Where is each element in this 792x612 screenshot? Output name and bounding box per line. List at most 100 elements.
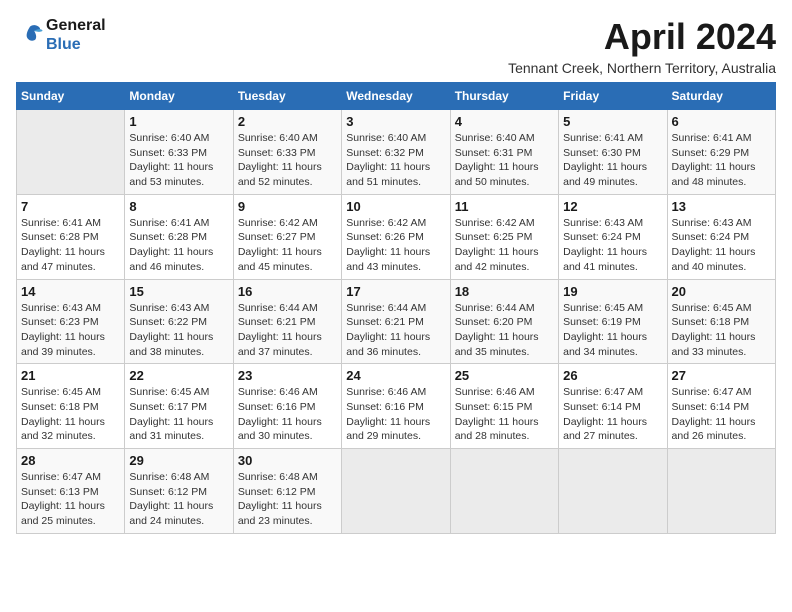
day-info: Sunrise: 6:41 AMSunset: 6:30 PMDaylight:… bbox=[563, 131, 662, 190]
calendar-cell: 9Sunrise: 6:42 AMSunset: 6:27 PMDaylight… bbox=[233, 194, 341, 279]
day-number: 2 bbox=[238, 114, 337, 129]
logo-icon bbox=[16, 21, 44, 49]
calendar-cell: 14Sunrise: 6:43 AMSunset: 6:23 PMDayligh… bbox=[17, 279, 125, 364]
calendar-cell: 23 Sunrise: 6:46 AMSunset: 6:16 PMDayligh… bbox=[233, 364, 341, 449]
day-info: Sunrise: 6:45 AMSunset: 6:19 PMDaylight:… bbox=[563, 301, 662, 360]
day-number: 11 bbox=[455, 199, 554, 214]
calendar-cell: 10 Sunrise: 6:42 AMSunset: 6:26 PMDayligh… bbox=[342, 194, 450, 279]
day-info: Sunrise: 6:43 AMSunset: 6:23 PMDaylight:… bbox=[21, 301, 120, 360]
weekday-header-monday: Monday bbox=[125, 83, 233, 110]
calendar-cell: 8Sunrise: 6:41 AMSunset: 6:28 PMDaylight… bbox=[125, 194, 233, 279]
day-number: 7 bbox=[21, 199, 120, 214]
day-number: 5 bbox=[563, 114, 662, 129]
day-number: 6 bbox=[672, 114, 771, 129]
day-info: Sunrise: 6:47 AMSunset: 6:13 PMDaylight:… bbox=[21, 470, 120, 529]
day-info: Sunrise: 6:46 AMSunset: 6:16 PMDaylight:… bbox=[238, 385, 337, 444]
day-number: 13 bbox=[672, 199, 771, 214]
day-number: 3 bbox=[346, 114, 445, 129]
day-info: Sunrise: 6:41 AMSunset: 6:29 PMDaylight:… bbox=[672, 131, 771, 190]
day-info: Sunrise: 6:48 AMSunset: 6:12 PMDaylight:… bbox=[238, 470, 337, 529]
logo: General Blue bbox=[16, 16, 106, 54]
day-info: Sunrise: 6:46 AMSunset: 6:16 PMDaylight:… bbox=[346, 385, 445, 444]
calendar-cell: 2 Sunrise: 6:40 AMSunset: 6:33 PMDaylight… bbox=[233, 110, 341, 195]
weekday-header-wednesday: Wednesday bbox=[342, 83, 450, 110]
day-info: Sunrise: 6:47 AMSunset: 6:14 PMDaylight:… bbox=[672, 385, 771, 444]
calendar-cell: 11 Sunrise: 6:42 AMSunset: 6:25 PMDayligh… bbox=[450, 194, 558, 279]
calendar-week-4: 21Sunrise: 6:45 AMSunset: 6:18 PMDayligh… bbox=[17, 364, 776, 449]
day-number: 16 bbox=[238, 284, 337, 299]
calendar-cell: 24 Sunrise: 6:46 AMSunset: 6:16 PMDayligh… bbox=[342, 364, 450, 449]
calendar-week-5: 28 Sunrise: 6:47 AMSunset: 6:13 PMDayligh… bbox=[17, 449, 776, 534]
calendar-cell: 16 Sunrise: 6:44 AMSunset: 6:21 PMDayligh… bbox=[233, 279, 341, 364]
day-number: 28 bbox=[21, 453, 120, 468]
calendar-cell bbox=[667, 449, 775, 534]
calendar-cell: 18 Sunrise: 6:44 AMSunset: 6:20 PMDayligh… bbox=[450, 279, 558, 364]
day-number: 17 bbox=[346, 284, 445, 299]
month-title: April 2024 bbox=[508, 16, 776, 58]
day-number: 8 bbox=[129, 199, 228, 214]
calendar-cell: 5 Sunrise: 6:41 AMSunset: 6:30 PMDaylight… bbox=[559, 110, 667, 195]
calendar-cell: 26Sunrise: 6:47 AMSunset: 6:14 PMDayligh… bbox=[559, 364, 667, 449]
weekday-header-saturday: Saturday bbox=[667, 83, 775, 110]
calendar-cell: 4 Sunrise: 6:40 AMSunset: 6:31 PMDaylight… bbox=[450, 110, 558, 195]
day-number: 24 bbox=[346, 368, 445, 383]
calendar-week-3: 14Sunrise: 6:43 AMSunset: 6:23 PMDayligh… bbox=[17, 279, 776, 364]
day-number: 9 bbox=[238, 199, 337, 214]
day-info: Sunrise: 6:43 AMSunset: 6:24 PMDaylight:… bbox=[563, 216, 662, 275]
day-info: Sunrise: 6:46 AMSunset: 6:15 PMDaylight:… bbox=[455, 385, 554, 444]
day-number: 30 bbox=[238, 453, 337, 468]
calendar-cell: 21Sunrise: 6:45 AMSunset: 6:18 PMDayligh… bbox=[17, 364, 125, 449]
calendar-cell: 17 Sunrise: 6:44 AMSunset: 6:21 PMDayligh… bbox=[342, 279, 450, 364]
calendar-week-2: 7 Sunrise: 6:41 AMSunset: 6:28 PMDaylight… bbox=[17, 194, 776, 279]
calendar-cell: 15Sunrise: 6:43 AMSunset: 6:22 PMDayligh… bbox=[125, 279, 233, 364]
calendar-cell: 12 Sunrise: 6:43 AMSunset: 6:24 PMDayligh… bbox=[559, 194, 667, 279]
day-info: Sunrise: 6:40 AMSunset: 6:31 PMDaylight:… bbox=[455, 131, 554, 190]
day-info: Sunrise: 6:40 AMSunset: 6:33 PMDaylight:… bbox=[238, 131, 337, 190]
calendar-cell: 22Sunrise: 6:45 AMSunset: 6:17 PMDayligh… bbox=[125, 364, 233, 449]
weekday-header-friday: Friday bbox=[559, 83, 667, 110]
day-number: 1 bbox=[129, 114, 228, 129]
title-block: April 2024 Tennant Creek, Northern Terri… bbox=[508, 16, 776, 76]
calendar-cell: 3Sunrise: 6:40 AMSunset: 6:32 PMDaylight… bbox=[342, 110, 450, 195]
calendar-table: SundayMondayTuesdayWednesdayThursdayFrid… bbox=[16, 82, 776, 534]
calendar-cell: 20Sunrise: 6:45 AMSunset: 6:18 PMDayligh… bbox=[667, 279, 775, 364]
calendar-cell bbox=[559, 449, 667, 534]
day-number: 18 bbox=[455, 284, 554, 299]
day-info: Sunrise: 6:45 AMSunset: 6:17 PMDaylight:… bbox=[129, 385, 228, 444]
day-info: Sunrise: 6:40 AMSunset: 6:33 PMDaylight:… bbox=[129, 131, 228, 190]
day-info: Sunrise: 6:44 AMSunset: 6:21 PMDaylight:… bbox=[346, 301, 445, 360]
day-info: Sunrise: 6:44 AMSunset: 6:20 PMDaylight:… bbox=[455, 301, 554, 360]
calendar-cell: 7 Sunrise: 6:41 AMSunset: 6:28 PMDaylight… bbox=[17, 194, 125, 279]
day-number: 19 bbox=[563, 284, 662, 299]
day-number: 23 bbox=[238, 368, 337, 383]
day-info: Sunrise: 6:42 AMSunset: 6:26 PMDaylight:… bbox=[346, 216, 445, 275]
day-number: 12 bbox=[563, 199, 662, 214]
calendar-cell bbox=[17, 110, 125, 195]
calendar-body: 1 Sunrise: 6:40 AMSunset: 6:33 PMDaylight… bbox=[17, 110, 776, 534]
calendar-week-1: 1 Sunrise: 6:40 AMSunset: 6:33 PMDaylight… bbox=[17, 110, 776, 195]
day-number: 4 bbox=[455, 114, 554, 129]
calendar-cell: 1 Sunrise: 6:40 AMSunset: 6:33 PMDaylight… bbox=[125, 110, 233, 195]
location-subtitle: Tennant Creek, Northern Territory, Austr… bbox=[508, 60, 776, 76]
day-info: Sunrise: 6:41 AMSunset: 6:28 PMDaylight:… bbox=[21, 216, 120, 275]
day-info: Sunrise: 6:48 AMSunset: 6:12 PMDaylight:… bbox=[129, 470, 228, 529]
day-number: 25 bbox=[455, 368, 554, 383]
day-number: 20 bbox=[672, 284, 771, 299]
calendar-cell: 25 Sunrise: 6:46 AMSunset: 6:15 PMDayligh… bbox=[450, 364, 558, 449]
logo-text: General Blue bbox=[46, 16, 106, 54]
day-info: Sunrise: 6:47 AMSunset: 6:14 PMDaylight:… bbox=[563, 385, 662, 444]
calendar-cell: 29Sunrise: 6:48 AMSunset: 6:12 PMDayligh… bbox=[125, 449, 233, 534]
day-info: Sunrise: 6:43 AMSunset: 6:24 PMDaylight:… bbox=[672, 216, 771, 275]
calendar-header: SundayMondayTuesdayWednesdayThursdayFrid… bbox=[17, 83, 776, 110]
calendar-cell: 19 Sunrise: 6:45 AMSunset: 6:19 PMDayligh… bbox=[559, 279, 667, 364]
calendar-cell: 28 Sunrise: 6:47 AMSunset: 6:13 PMDayligh… bbox=[17, 449, 125, 534]
weekday-header-sunday: Sunday bbox=[17, 83, 125, 110]
weekday-header-row: SundayMondayTuesdayWednesdayThursdayFrid… bbox=[17, 83, 776, 110]
calendar-cell bbox=[342, 449, 450, 534]
day-info: Sunrise: 6:42 AMSunset: 6:25 PMDaylight:… bbox=[455, 216, 554, 275]
day-number: 27 bbox=[672, 368, 771, 383]
day-info: Sunrise: 6:44 AMSunset: 6:21 PMDaylight:… bbox=[238, 301, 337, 360]
weekday-header-tuesday: Tuesday bbox=[233, 83, 341, 110]
calendar-cell: 6 Sunrise: 6:41 AMSunset: 6:29 PMDaylight… bbox=[667, 110, 775, 195]
day-number: 10 bbox=[346, 199, 445, 214]
